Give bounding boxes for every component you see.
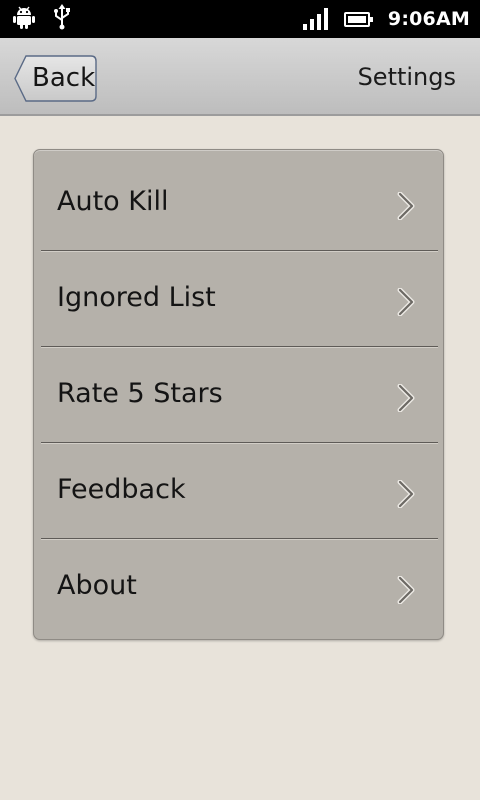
title-bar: Back Settings (0, 38, 480, 116)
menu-item-label: Feedback (57, 474, 186, 505)
chevron-right-icon (397, 288, 415, 316)
android-icon (12, 5, 36, 33)
chevron-right-icon (397, 192, 415, 220)
status-bar: 9:06AM (0, 0, 480, 38)
menu-item-ignored-list[interactable]: Ignored List (34, 250, 443, 346)
menu-item-label: Rate 5 Stars (57, 378, 223, 409)
menu-item-about[interactable]: About (34, 538, 443, 634)
status-clock: 9:06AM (387, 8, 470, 30)
page-title: Settings (357, 63, 456, 91)
usb-icon (52, 4, 72, 34)
chevron-right-icon (397, 384, 415, 412)
menu-item-rate-5-stars[interactable]: Rate 5 Stars (34, 346, 443, 442)
status-right-icons: 9:06AM (302, 0, 470, 38)
signal-icon (302, 8, 328, 30)
menu-item-label: Ignored List (57, 282, 216, 313)
menu-item-auto-kill[interactable]: Auto Kill (34, 154, 443, 250)
menu-item-label: About (57, 570, 137, 601)
chevron-right-icon (397, 576, 415, 604)
menu-item-feedback[interactable]: Feedback (34, 442, 443, 538)
battery-icon (343, 11, 373, 27)
chevron-right-icon (397, 480, 415, 508)
menu-item-label: Auto Kill (57, 186, 169, 217)
back-button[interactable]: Back (14, 55, 97, 102)
status-left-icons (12, 4, 72, 34)
settings-menu: Auto Kill Ignored List Rate 5 Stars Feed… (33, 149, 444, 640)
back-button-label: Back (32, 63, 96, 93)
